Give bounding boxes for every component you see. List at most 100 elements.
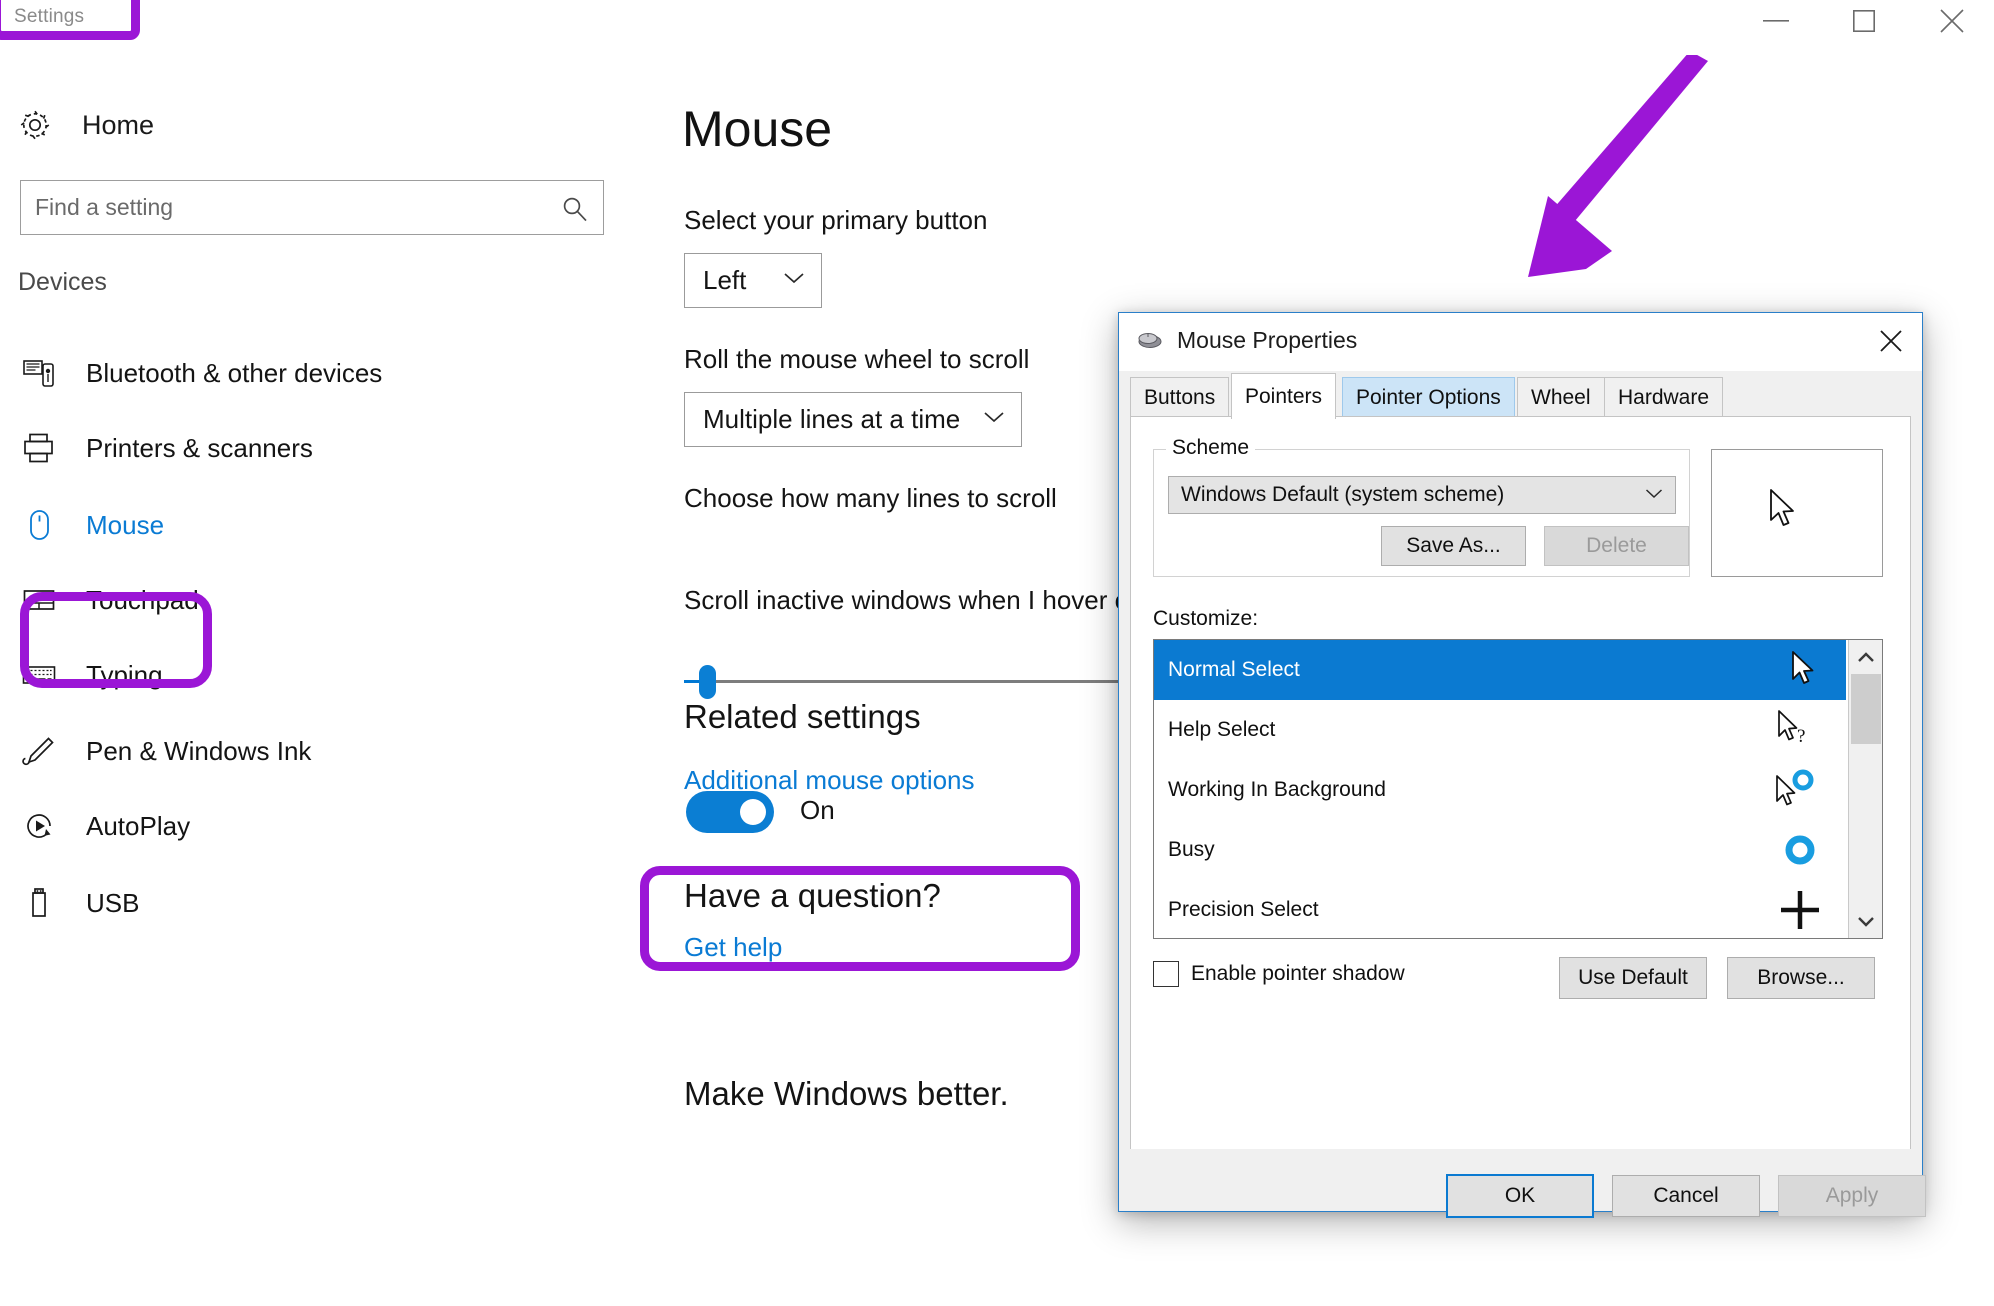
make-windows-better-heading: Make Windows better.	[684, 1075, 1009, 1112]
scroll-down-button[interactable]	[1849, 904, 1882, 938]
arrow-cursor	[1768, 488, 1802, 537]
sidebar-item-home[interactable]: Home	[14, 104, 154, 146]
chevron-down-icon	[1645, 486, 1663, 504]
minimize-button[interactable]	[1745, 0, 1807, 42]
sidebar-item-label: AutoPlay	[86, 810, 191, 841]
save-as-button[interactable]: Save As...	[1381, 526, 1526, 566]
scrollbar-thumb[interactable]	[1851, 674, 1881, 744]
wheel-scroll-label: Roll the mouse wheel to scroll	[684, 344, 1030, 374]
title-bar: Settings	[0, 0, 1994, 48]
pointers-tab-page: Scheme Windows Default (system scheme) S…	[1130, 416, 1911, 1151]
sidebar-item-printers-scanners[interactable]: Printers & scanners	[18, 417, 598, 479]
ring-cursor	[1780, 820, 1820, 880]
page-title: Mouse	[682, 101, 833, 157]
scheme-legend: Scheme	[1166, 436, 1256, 460]
pointer-list[interactable]: Normal Select Help Select ? Working In B…	[1153, 639, 1883, 939]
list-item[interactable]: Normal Select	[1154, 640, 1846, 700]
scheme-value: Windows Default (system scheme)	[1181, 483, 1505, 506]
annotation-highlight-settings	[0, 0, 140, 40]
bluetooth-devices-icon	[18, 352, 60, 394]
maximize-button[interactable]	[1833, 0, 1895, 42]
sidebar-item-pen-windows-ink[interactable]: Pen & Windows Ink	[18, 720, 598, 782]
sidebar-item-autoplay[interactable]: AutoPlay	[18, 795, 598, 857]
usb-icon	[18, 882, 60, 924]
cancel-button[interactable]: Cancel	[1612, 1175, 1760, 1217]
enable-pointer-shadow-row[interactable]: Enable pointer shadow	[1153, 961, 1405, 987]
chevron-up-icon	[1858, 651, 1874, 662]
enable-pointer-shadow-label: Enable pointer shadow	[1191, 962, 1405, 985]
pointer-name: Normal Select	[1168, 658, 1300, 681]
mouse-icon	[1137, 330, 1163, 355]
lines-to-scroll-label: Choose how many lines to scroll	[684, 483, 1057, 513]
sidebar-group-header: Devices	[18, 268, 107, 296]
wheel-scroll-dropdown[interactable]: Multiple lines at a time	[684, 392, 1022, 447]
customize-label: Customize:	[1153, 607, 1259, 630]
ok-button[interactable]: OK	[1446, 1174, 1594, 1218]
sidebar-item-usb[interactable]: USB	[18, 872, 598, 934]
svg-text:?: ?	[1797, 726, 1805, 747]
tab-pointers[interactable]: Pointers	[1231, 373, 1337, 419]
additional-mouse-options-link[interactable]: Additional mouse options	[684, 765, 975, 796]
sidebar-item-label: Pen & Windows Ink	[86, 735, 312, 766]
slider-thumb[interactable]	[699, 665, 716, 699]
close-button[interactable]	[1921, 0, 1983, 42]
pointer-name: Help Select	[1168, 718, 1276, 741]
dialog-close-button[interactable]	[1860, 313, 1922, 369]
annotation-highlight-additional-mouse-options	[640, 866, 1080, 971]
sidebar: Home Devices	[0, 72, 620, 1306]
mouse-properties-dialog: Mouse Properties Buttons Pointers Pointe…	[1118, 312, 1923, 1212]
sidebar-item-mouse[interactable]: Mouse	[18, 494, 598, 556]
crosshair-cursor	[1780, 880, 1820, 938]
arrow-cursor	[1790, 640, 1820, 700]
maximize-icon	[1853, 10, 1875, 32]
pointer-name: Working In Background	[1168, 778, 1386, 801]
dialog-tabstrip: Buttons Pointers Pointer Options Wheel H…	[1119, 371, 1922, 419]
arrow-ring-cursor	[1774, 760, 1820, 820]
pen-icon	[18, 730, 60, 772]
list-item[interactable]: Busy	[1154, 820, 1846, 880]
arrow-question-cursor: ?	[1776, 700, 1820, 760]
mouse-icon	[18, 504, 60, 546]
sidebar-home-label: Home	[82, 109, 155, 140]
list-item[interactable]: Working In Background	[1154, 760, 1846, 820]
sidebar-item-label: USB	[86, 887, 140, 918]
chevron-down-icon	[1858, 916, 1874, 927]
sidebar-item-label: Printers & scanners	[86, 432, 313, 463]
tab-hardware[interactable]: Hardware	[1604, 377, 1724, 417]
scroll-up-button[interactable]	[1849, 640, 1882, 674]
delete-scheme-button: Delete	[1544, 526, 1689, 566]
scroll-inactive-toggle[interactable]	[686, 791, 774, 833]
tab-buttons[interactable]: Buttons	[1130, 377, 1230, 417]
primary-button-value: Left	[703, 265, 747, 295]
scroll-inactive-state: On	[800, 795, 835, 825]
primary-button-label: Select your primary button	[684, 205, 988, 235]
primary-button-dropdown[interactable]: Left	[684, 253, 822, 308]
tab-pointer-options[interactable]: Pointer Options	[1342, 377, 1515, 417]
scheme-group: Scheme Windows Default (system scheme) S…	[1153, 436, 1690, 577]
list-item[interactable]: Help Select ?	[1154, 700, 1846, 760]
scheme-dropdown[interactable]: Windows Default (system scheme)	[1168, 476, 1676, 514]
chevron-down-icon	[783, 271, 805, 290]
tab-wheel[interactable]: Wheel	[1517, 377, 1605, 417]
search-box[interactable]	[20, 180, 604, 235]
gear-icon	[14, 104, 56, 146]
list-item[interactable]: Precision Select	[1154, 880, 1846, 938]
pointer-preview-pane	[1711, 449, 1883, 577]
enable-pointer-shadow-checkbox[interactable]	[1153, 961, 1179, 987]
browse-button[interactable]: Browse...	[1727, 957, 1875, 999]
search-icon	[561, 195, 589, 228]
pointer-list-scrollbar[interactable]	[1848, 640, 1882, 938]
toggle-knob	[740, 799, 766, 825]
wheel-scroll-value: Multiple lines at a time	[703, 404, 961, 434]
sidebar-item-label: Mouse	[86, 509, 165, 540]
search-input[interactable]	[21, 181, 541, 234]
close-icon	[1940, 9, 1964, 33]
pointer-name: Precision Select	[1168, 898, 1319, 921]
minimize-icon	[1763, 20, 1789, 22]
annotation-highlight-mouse	[20, 592, 212, 688]
related-settings-heading: Related settings	[684, 698, 921, 735]
sidebar-item-bluetooth-other-devices[interactable]: Bluetooth & other devices	[18, 342, 598, 404]
autoplay-icon	[18, 805, 60, 847]
use-default-button[interactable]: Use Default	[1559, 957, 1707, 999]
sidebar-item-label: Bluetooth & other devices	[86, 357, 383, 388]
